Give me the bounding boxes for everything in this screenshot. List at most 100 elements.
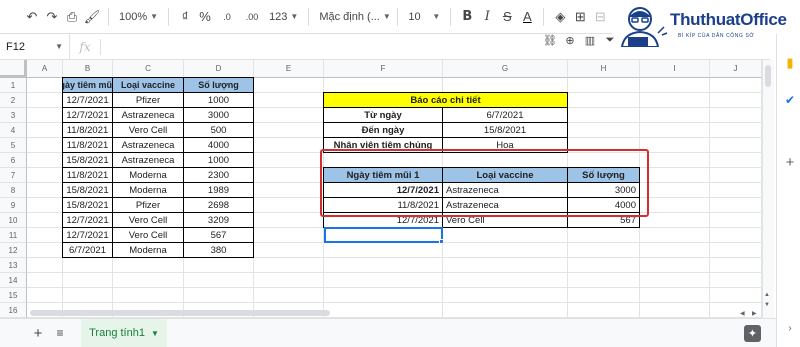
grid-cell[interactable] <box>254 258 324 273</box>
grid-cell[interactable] <box>640 228 710 243</box>
row-header[interactable]: 7 <box>0 168 27 183</box>
grid-cell[interactable] <box>710 108 762 123</box>
strikethrough-button[interactable]: S <box>497 5 517 29</box>
grid-cell[interactable] <box>443 243 568 258</box>
grid-cell[interactable] <box>324 273 443 288</box>
grid-cell[interactable] <box>254 198 324 213</box>
grid-cell[interactable] <box>27 288 63 303</box>
grid-cell[interactable] <box>63 273 113 288</box>
table-cell[interactable]: Đến ngày <box>323 122 443 138</box>
row-header[interactable]: 15 <box>0 288 27 303</box>
grid-cell[interactable] <box>254 228 324 243</box>
formula-input[interactable] <box>101 34 770 60</box>
grid-cell[interactable] <box>184 288 254 303</box>
column-header[interactable]: A <box>27 60 63 78</box>
add-addon-icon[interactable]: + <box>783 154 797 171</box>
collapse-panel-icon[interactable]: › <box>783 321 797 335</box>
grid-cell[interactable] <box>640 168 710 183</box>
table-cell[interactable]: 500 <box>183 122 254 138</box>
grid-cell[interactable] <box>27 198 63 213</box>
table-cell[interactable]: 11/8/2021 <box>62 137 113 153</box>
grid-cell[interactable] <box>443 273 568 288</box>
keep-icon[interactable]: ▮ <box>783 55 797 70</box>
grid-cell[interactable] <box>640 213 710 228</box>
grid-cell[interactable] <box>568 243 640 258</box>
table-cell[interactable]: 12/7/2021 <box>62 212 113 228</box>
table-cell[interactable]: 1000 <box>183 92 254 108</box>
table-cell[interactable]: Từ ngày <box>323 107 443 123</box>
grid-cell[interactable] <box>640 138 710 153</box>
column-header[interactable]: G <box>443 60 568 78</box>
column-header[interactable]: J <box>710 60 762 78</box>
grid-cell[interactable] <box>640 183 710 198</box>
row-header[interactable]: 6 <box>0 153 27 168</box>
grid-cell[interactable] <box>254 78 324 93</box>
grid-cell[interactable] <box>324 243 443 258</box>
table-cell[interactable]: Pfizer <box>112 197 184 213</box>
table-cell[interactable]: Astrazeneca <box>112 137 184 153</box>
grid-cell[interactable] <box>27 243 63 258</box>
grid-cell[interactable] <box>710 183 762 198</box>
grid-cell[interactable] <box>568 78 640 93</box>
grid-cell[interactable] <box>27 183 63 198</box>
grid-cell[interactable] <box>710 198 762 213</box>
grid-cell[interactable] <box>254 288 324 303</box>
row-header[interactable]: 11 <box>0 228 27 243</box>
grid-cell[interactable] <box>443 258 568 273</box>
row-header[interactable]: 9 <box>0 198 27 213</box>
grid-cell[interactable] <box>27 213 63 228</box>
grid-cell[interactable] <box>640 78 710 93</box>
grid-cell[interactable] <box>324 303 443 318</box>
table-header[interactable]: Loại vaccine <box>112 77 184 93</box>
grid-cell[interactable] <box>254 108 324 123</box>
grid-cell[interactable] <box>443 228 568 243</box>
table-cell[interactable]: 12/7/2021 <box>62 107 113 123</box>
vertical-scroll-track[interactable] <box>762 60 774 318</box>
tasks-icon[interactable]: ✔ <box>783 93 797 107</box>
grid-cell[interactable] <box>113 288 184 303</box>
number-format-select[interactable]: 123 ▼ <box>265 5 302 29</box>
grid-cell[interactable] <box>640 288 710 303</box>
table-cell[interactable]: 3000 <box>183 107 254 123</box>
table-cell[interactable]: 567 <box>183 227 254 243</box>
grid-cell[interactable] <box>568 93 640 108</box>
grid-cell[interactable] <box>640 303 710 318</box>
table-cell[interactable]: Pfizer <box>112 92 184 108</box>
table-header[interactable]: Ngày tiêm mũi 1 <box>62 77 113 93</box>
grid-cell[interactable] <box>710 168 762 183</box>
grid-cell[interactable] <box>27 93 63 108</box>
grid-cell[interactable] <box>63 258 113 273</box>
grid-cell[interactable] <box>710 78 762 93</box>
grid-cell[interactable] <box>27 258 63 273</box>
grid-cell[interactable] <box>640 258 710 273</box>
grid-cell[interactable] <box>254 168 324 183</box>
grid-cell[interactable] <box>27 168 63 183</box>
grid-cell[interactable] <box>710 213 762 228</box>
sheet-tab[interactable]: Trang tính1 ▼ <box>81 319 167 347</box>
grid-cell[interactable] <box>254 153 324 168</box>
grid-cell[interactable] <box>27 108 63 123</box>
grid-cell[interactable] <box>27 153 63 168</box>
grid-cell[interactable] <box>184 258 254 273</box>
grid-cell[interactable] <box>27 228 63 243</box>
row-header[interactable]: 2 <box>0 93 27 108</box>
grid-cell[interactable] <box>568 108 640 123</box>
grid-cell[interactable] <box>568 273 640 288</box>
table-cell[interactable]: 11/8/2021 <box>62 122 113 138</box>
grid-cell[interactable] <box>254 138 324 153</box>
row-header[interactable]: 1 <box>0 78 27 93</box>
grid-cell[interactable] <box>710 153 762 168</box>
table-cell[interactable]: Vero Cell <box>112 212 184 228</box>
zoom-select[interactable]: 100% ▼ <box>115 5 162 29</box>
currency-button[interactable]: ₫ <box>175 5 195 29</box>
grid-cell[interactable] <box>443 78 568 93</box>
add-sheet-icon[interactable]: + <box>29 324 47 342</box>
table-cell[interactable]: 2698 <box>183 197 254 213</box>
row-header[interactable]: 4 <box>0 123 27 138</box>
grid-cell[interactable] <box>568 303 640 318</box>
column-header[interactable]: C <box>113 60 184 78</box>
grid-cell[interactable] <box>113 273 184 288</box>
grid-cell[interactable] <box>568 123 640 138</box>
table-cell[interactable]: 15/8/2021 <box>62 182 113 198</box>
table-cell[interactable]: 2300 <box>183 167 254 183</box>
